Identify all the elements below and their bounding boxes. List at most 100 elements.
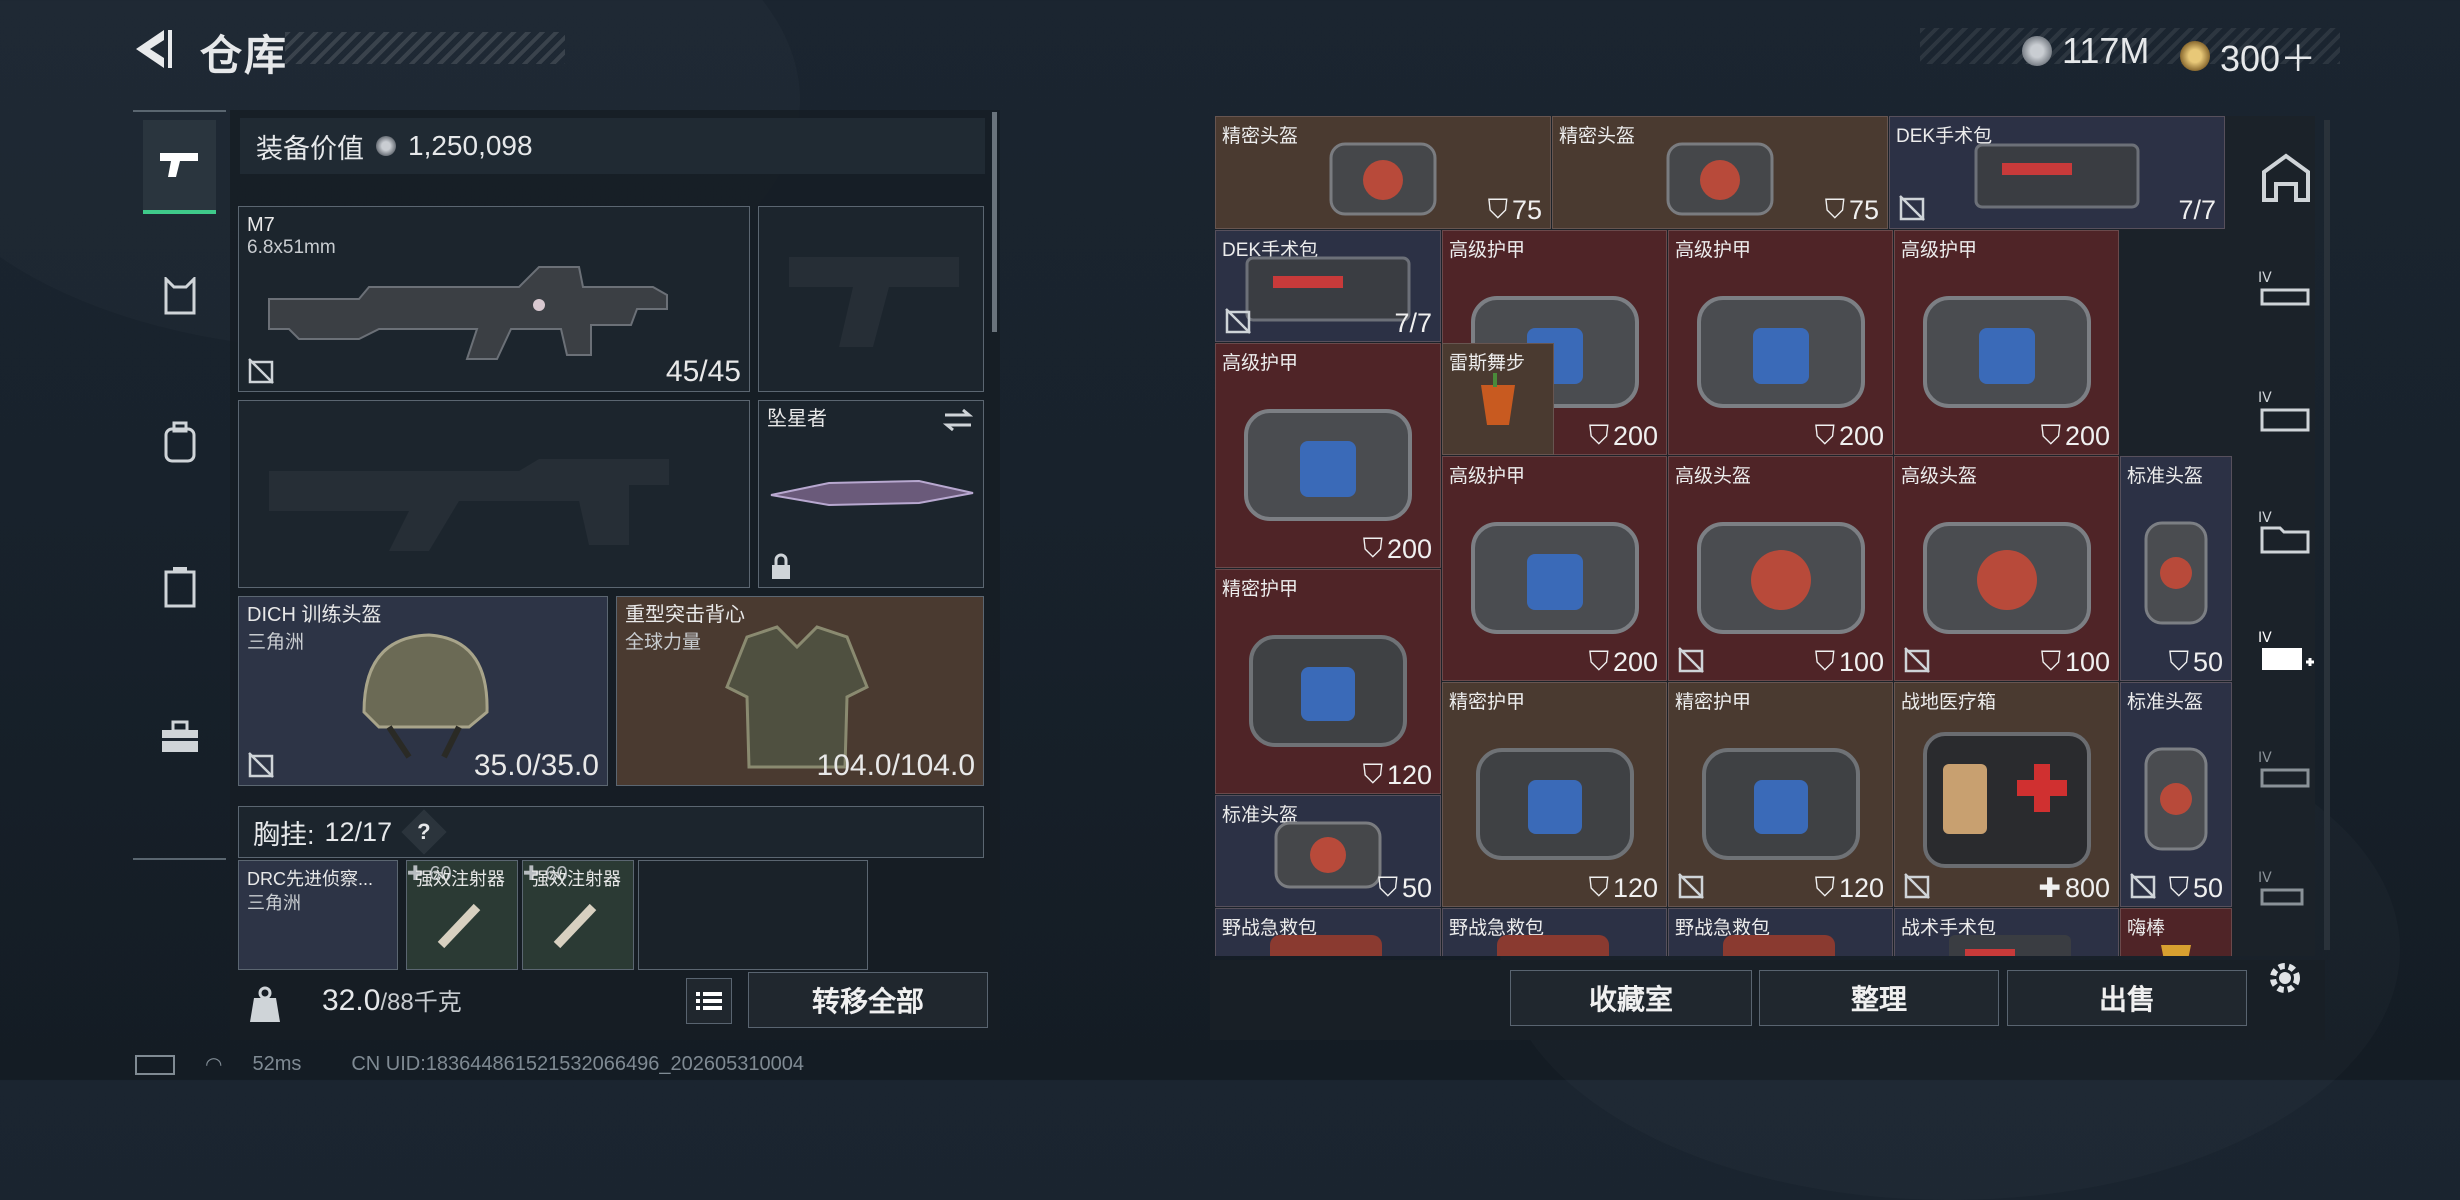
sell-button[interactable]: 出售 xyxy=(2007,970,2247,1026)
scrollbar[interactable] xyxy=(992,112,997,332)
tab-chest-rig[interactable] xyxy=(143,252,216,342)
currency-coin[interactable]: 117M xyxy=(2022,30,2149,72)
header-stripe xyxy=(285,32,565,64)
no-insure-icon xyxy=(1899,195,1925,221)
item-durability: ⛉ 120 xyxy=(1814,872,1884,903)
storage-item[interactable]: 标准头盔 ⛉ 50 xyxy=(1215,795,1441,907)
primary-weapon-slot[interactable]: M7 6.8x51mm 45/45 xyxy=(238,206,750,392)
first-aid-kit-image xyxy=(1270,935,1382,956)
status-bar: ◠ 52ms CN UID:183644861521532066496_2026… xyxy=(135,1052,804,1077)
vault-button[interactable]: 收藏室 xyxy=(1510,970,1752,1026)
coin-amount: 117M xyxy=(2062,30,2150,71)
equipment-tabs xyxy=(133,110,226,860)
chest-rig-item-name: DRC先进侦察... xyxy=(247,869,373,889)
storage-item[interactable]: 战术手术包 xyxy=(1894,908,2119,956)
tab-weapons[interactable] xyxy=(143,120,216,214)
user-uid: CN UID:183644861521532066496_20260531000… xyxy=(351,1053,804,1075)
armor-bag-image xyxy=(1249,634,1407,747)
swap-icon[interactable] xyxy=(941,407,975,433)
helmet-durability: 35.0/35.0 xyxy=(473,749,599,782)
storage-item[interactable]: 精密护甲 ⛉ 120 xyxy=(1668,682,1893,907)
list-icon xyxy=(696,992,722,1010)
settings-button[interactable] xyxy=(2262,955,2308,1001)
no-insure-icon xyxy=(1678,873,1704,899)
melee-slot[interactable]: 坠星者 xyxy=(758,400,984,588)
item-durability: ⛉ 120 xyxy=(1588,872,1658,903)
item-durability: ⛉ 75 xyxy=(1487,194,1542,225)
shield-icon: ⛉ xyxy=(2168,872,2189,902)
rifle-silhouette-icon xyxy=(269,459,669,551)
storage-item[interactable]: 高级护甲 ⛉ 200 xyxy=(1894,230,2119,455)
transfer-all-button[interactable]: 转移全部 xyxy=(748,972,988,1028)
injector-slot[interactable]: 强效注射器 ✚ 60 xyxy=(406,860,518,970)
storage-page-weapons[interactable]: IV xyxy=(2258,268,2314,324)
tab-backpack[interactable] xyxy=(143,397,216,487)
tab-case[interactable] xyxy=(143,542,216,632)
scrollbar[interactable] xyxy=(2324,120,2330,950)
storage-item[interactable]: 野战急救包 xyxy=(1215,908,1441,956)
storage-item[interactable]: 精密护甲 ⛉ 120 xyxy=(1215,569,1441,794)
injector-image xyxy=(553,903,597,949)
secondary-weapon-slot[interactable] xyxy=(238,400,750,588)
chest-rig-item-slot[interactable]: DRC先进侦察... 三角洲 xyxy=(238,860,398,970)
item-durability: ⛉ 200 xyxy=(1588,646,1658,677)
storage-page-gear[interactable]: IV xyxy=(2258,388,2314,444)
folder-storage-icon: IV xyxy=(2258,510,2310,554)
storage-item[interactable]: 精密护甲 ⛉ 120 xyxy=(1442,682,1667,907)
storage-page-medical[interactable]: IV xyxy=(2258,628,2314,684)
storage-item[interactable]: 精密头盔 ⛉ 75 xyxy=(1215,116,1551,229)
storage-item[interactable]: DEK手术包 7/7 xyxy=(1215,230,1441,342)
storage-item[interactable]: 嗨棒 xyxy=(2120,908,2232,956)
storage-item[interactable]: 高级护甲 ⛉ 200 xyxy=(1668,230,1893,455)
equipment-value-label: 装备价值 xyxy=(256,133,364,164)
item-name: 精密头盔 xyxy=(1559,126,1636,147)
surgery-kit-image xyxy=(1974,143,2140,209)
currency-token[interactable]: 300＋ xyxy=(2180,30,2316,82)
item-uses: 7/7 xyxy=(1394,308,1432,338)
shield-icon: ⛉ xyxy=(2040,420,2061,450)
storage-item[interactable]: 战地医疗箱 ✚ 800 xyxy=(1894,682,2119,907)
shield-icon: ⛉ xyxy=(1824,194,1845,224)
item-uses: ✚ 800 xyxy=(2038,873,2110,903)
case-icon xyxy=(164,567,195,608)
storage-item[interactable]: 高级护甲 ⛉ 200 xyxy=(1215,343,1441,568)
equipment-value-bar: 装备价值 1,250,098 xyxy=(240,118,985,174)
storage-item[interactable]: 野战急救包 xyxy=(1668,908,1893,956)
storage-item[interactable]: DEK手术包 7/7 xyxy=(1889,116,2225,229)
storage-page-main[interactable] xyxy=(2258,150,2314,206)
list-view-button[interactable] xyxy=(686,978,732,1024)
weight-icon xyxy=(250,986,280,1022)
helmet-slot[interactable]: DICH 训练头盔 三角洲 35.0/35.0 xyxy=(238,596,608,786)
storage-item[interactable]: 野战急救包 xyxy=(1442,908,1667,956)
storage-item[interactable]: 高级头盔 ⛉ 100 xyxy=(1668,456,1893,681)
storage-item[interactable]: 雷斯舞步 xyxy=(1442,343,1554,455)
storage-page-misc[interactable]: IV xyxy=(2258,748,2314,804)
storage-category-bar: IV IV IV IV IV IV xyxy=(2250,150,2320,910)
storage-item[interactable]: 高级护甲 ⛉ 200 xyxy=(1442,456,1667,681)
shield-icon: ⛉ xyxy=(1814,420,1835,450)
pistol-slot[interactable] xyxy=(758,206,984,392)
helmet-bag-image xyxy=(1922,521,2091,634)
helmet-bag-image xyxy=(1329,142,1437,216)
armor-slot[interactable]: 重型突击背心 全球力量 104.0/104.0 xyxy=(616,596,984,786)
item-name: 精密护甲 xyxy=(1675,692,1752,713)
storage-item[interactable]: 标准头盔 ⛉ 50 xyxy=(2120,456,2232,681)
item-durability: ⛉ 200 xyxy=(1814,420,1884,451)
help-icon[interactable]: ? xyxy=(401,809,447,855)
storage-page-extra[interactable]: IV xyxy=(2258,868,2314,908)
chest-rig-capacity: 12/17 xyxy=(324,816,393,847)
empty-chest-slot[interactable] xyxy=(638,860,868,970)
storage-item[interactable]: 高级头盔 ⛉ 100 xyxy=(1894,456,2119,681)
storage-item[interactable]: 标准头盔 ⛉ 50 xyxy=(2120,682,2232,907)
injector-name: 强效注射器 xyxy=(415,869,505,889)
pistol-icon xyxy=(159,153,198,177)
armor-bag-image xyxy=(1475,747,1634,860)
sort-button[interactable]: 整理 xyxy=(1759,970,1999,1026)
back-button[interactable] xyxy=(128,24,178,74)
storage-item[interactable]: 精密头盔 ⛉ 75 xyxy=(1552,116,1888,229)
injector-slot[interactable]: 强效注射器 ✚ 60 xyxy=(522,860,634,970)
armor-origin: 全球力量 xyxy=(625,632,702,653)
storage-page-docs[interactable]: IV xyxy=(2258,508,2314,564)
helmet-bag-image xyxy=(2144,747,2208,851)
tab-toolbox[interactable] xyxy=(143,692,216,782)
